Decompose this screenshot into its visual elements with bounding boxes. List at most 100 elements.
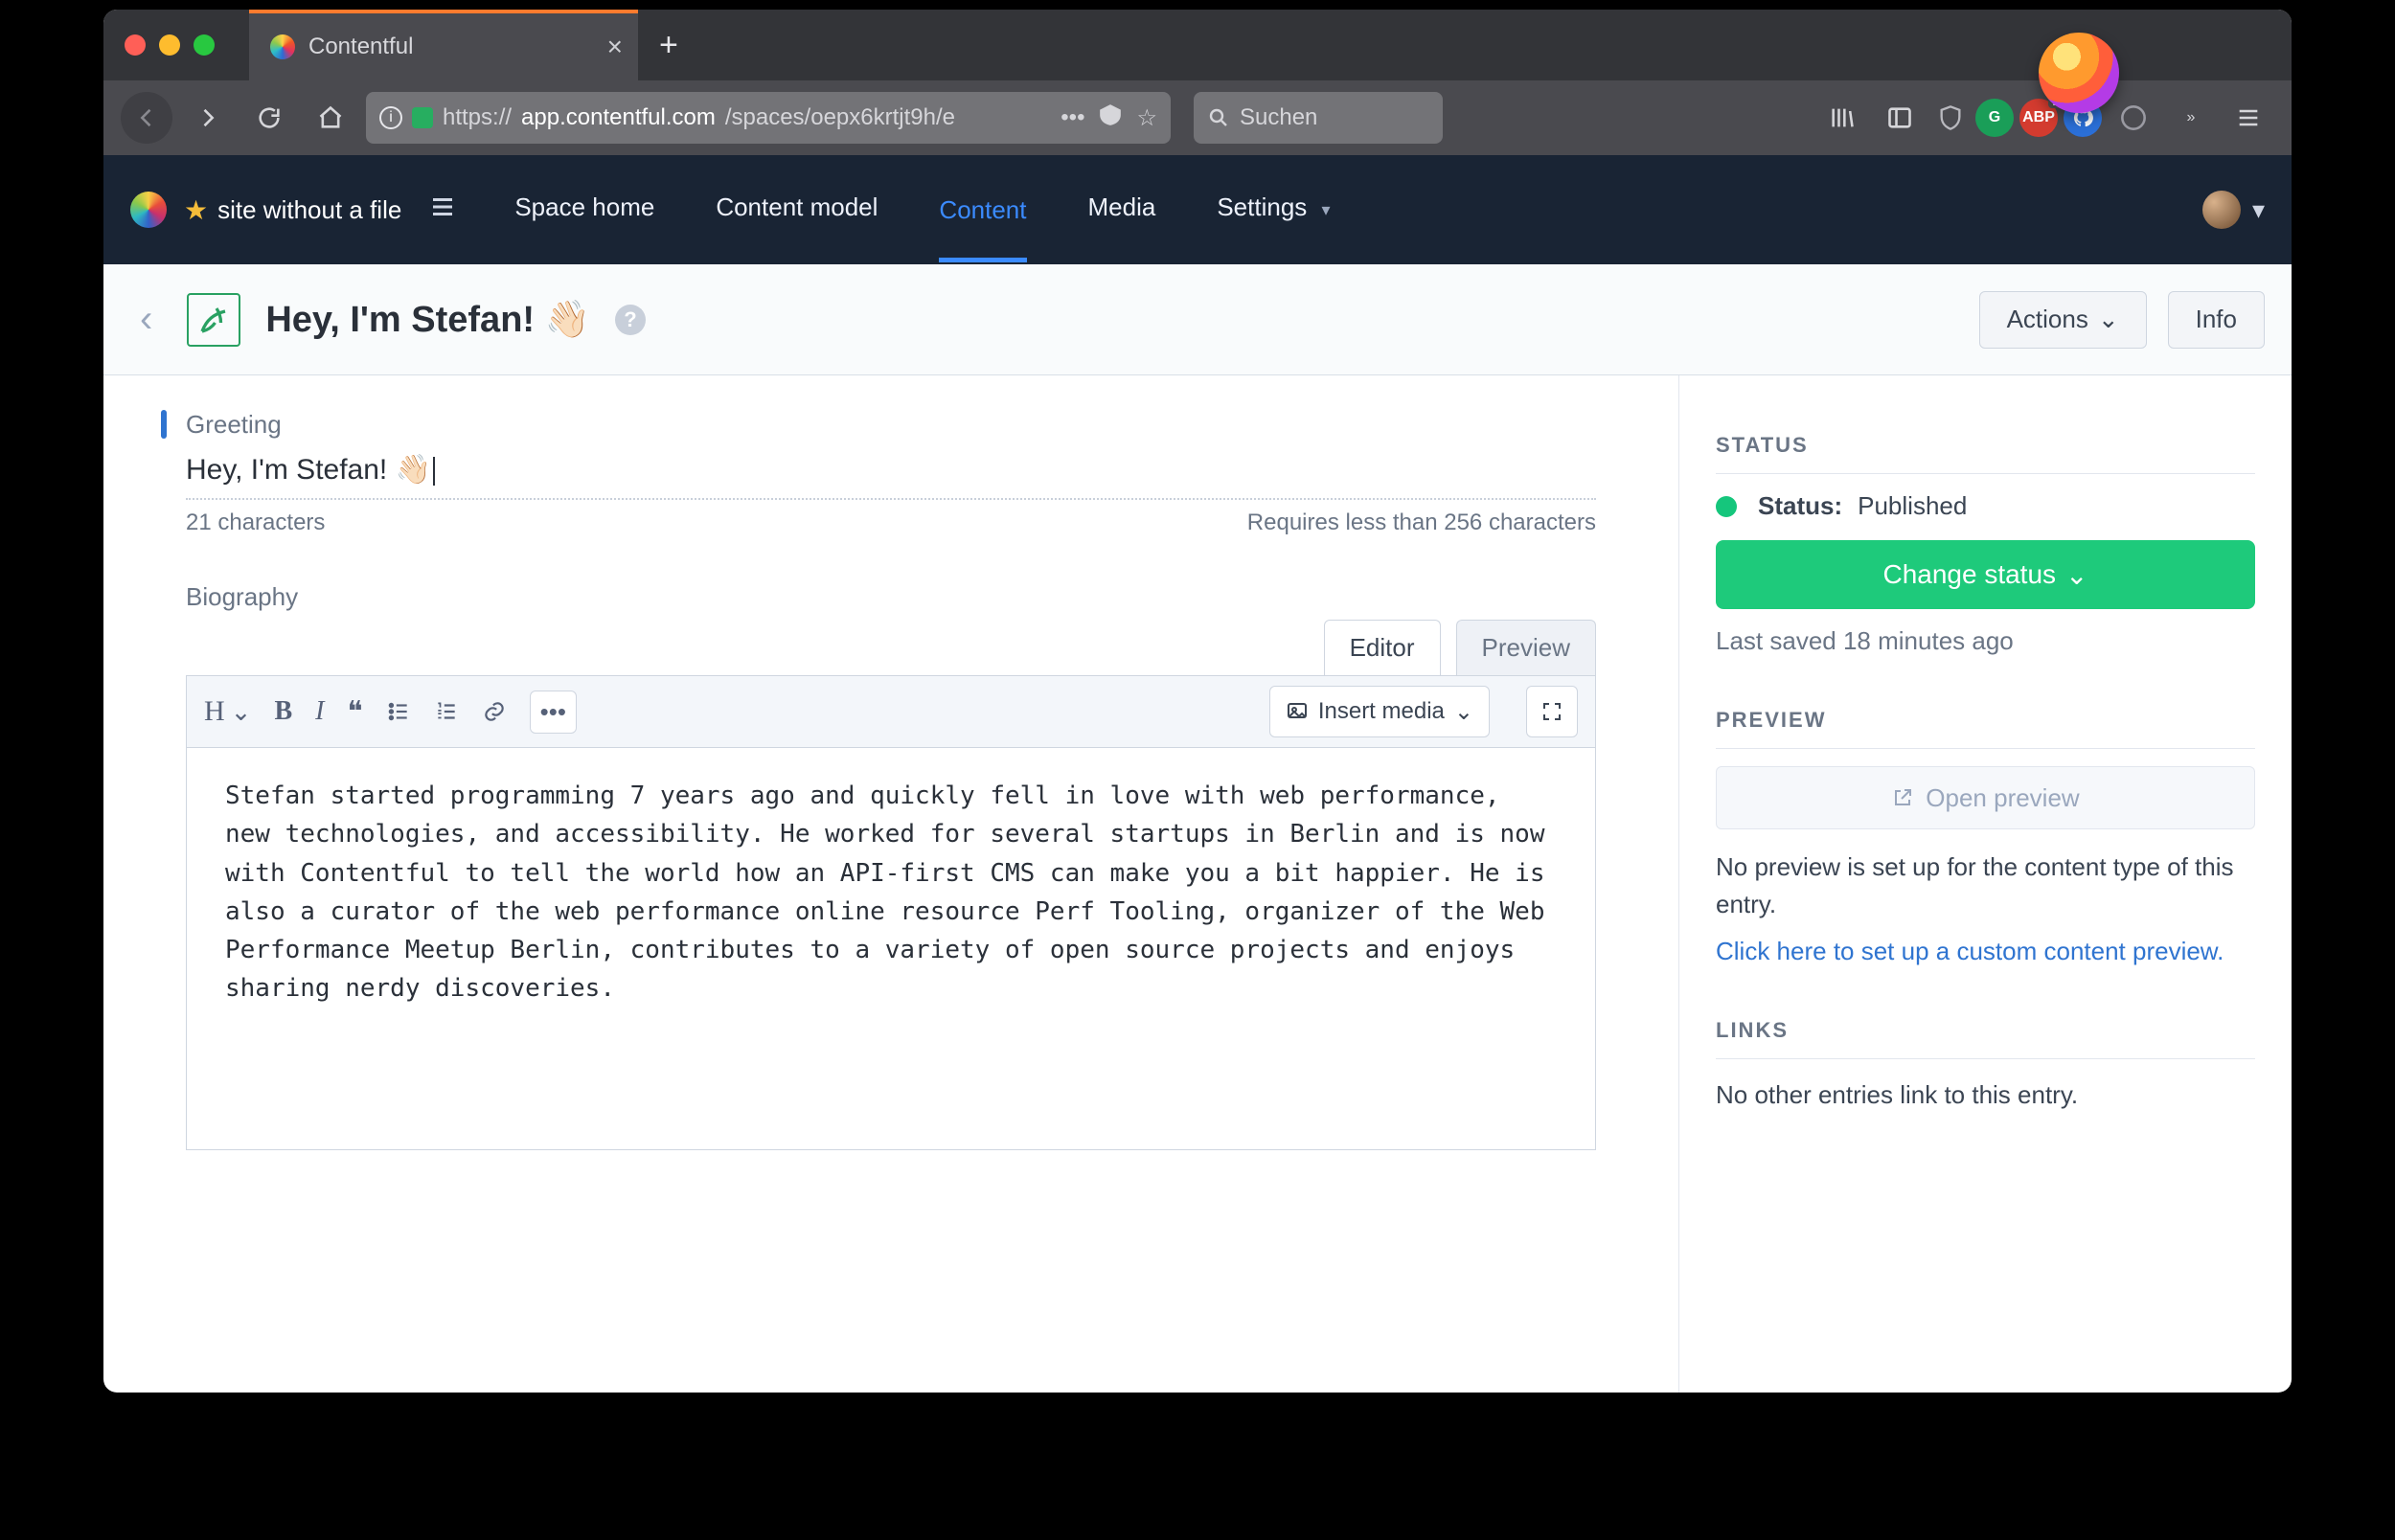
close-tab-icon[interactable]: × — [607, 32, 623, 62]
minimize-window-icon[interactable] — [159, 34, 180, 56]
navbar-right: G ABP » — [1816, 92, 2274, 144]
preview-heading: PREVIEW — [1716, 708, 2255, 733]
url-path: /spaces/oepx6krtjt9h/e — [725, 104, 955, 131]
search-placeholder: Suchen — [1240, 104, 1317, 131]
ul-button[interactable] — [386, 699, 411, 724]
change-status-button[interactable]: Change status ⌄ — [1716, 540, 2255, 609]
user-menu[interactable]: ▾ — [2202, 191, 2265, 229]
link-button[interactable] — [482, 699, 507, 724]
heading-button[interactable]: H⌄ — [204, 695, 251, 728]
last-saved: Last saved 18 minutes ago — [1716, 626, 2255, 656]
ext-grammarly-icon[interactable]: G — [1975, 99, 2014, 137]
window-controls — [125, 34, 215, 56]
status-heading: STATUS — [1716, 433, 2255, 458]
tab-preview[interactable]: Preview — [1456, 620, 1596, 675]
field-active-indicator — [161, 410, 167, 439]
status-label: Status: — [1758, 491, 1842, 521]
chevron-down-icon: ⌄ — [1454, 698, 1473, 726]
chevron-down-icon: ⌄ — [2098, 305, 2119, 334]
space-switcher[interactable]: ★ site without a file — [184, 194, 401, 226]
char-count: 21 characters — [186, 510, 325, 536]
nav-media[interactable]: Media — [1088, 192, 1156, 228]
quote-button[interactable]: ❝ — [347, 695, 362, 729]
contentful-logo-icon[interactable] — [130, 192, 167, 228]
browser-search-bar[interactable]: Suchen — [1194, 92, 1443, 144]
actions-label: Actions — [2007, 305, 2088, 334]
library-icon[interactable] — [1816, 92, 1868, 144]
tracking-shield-icon[interactable] — [1931, 99, 1970, 137]
content-type-icon — [187, 293, 240, 347]
bold-button[interactable]: B — [274, 696, 292, 727]
bookmark-star-icon[interactable]: ☆ — [1136, 104, 1157, 132]
info-label: Info — [2196, 305, 2237, 334]
image-icon — [1286, 700, 1309, 723]
italic-button[interactable]: I — [315, 696, 324, 727]
nav-settings[interactable]: Settings ▾ — [1217, 192, 1330, 228]
external-link-icon — [1891, 786, 1914, 809]
ext-adblock-icon[interactable]: ABP — [2019, 99, 2058, 137]
sidebar-icon[interactable] — [1874, 92, 1926, 144]
entry-sidebar: STATUS Status: Published Change status ⌄… — [1678, 375, 2292, 1393]
info-button[interactable]: Info — [2168, 291, 2265, 349]
tab-title: Contentful — [308, 34, 413, 60]
maximize-window-icon[interactable] — [194, 34, 215, 56]
actions-button[interactable]: Actions ⌄ — [1979, 291, 2147, 349]
open-preview-button[interactable]: Open preview — [1716, 766, 2255, 829]
status-row: Status: Published — [1716, 491, 2255, 521]
open-preview-label: Open preview — [1926, 783, 2079, 813]
entry-body: Greeting Hey, I'm Stefan! 👋🏻 21 characte… — [103, 375, 2292, 1393]
nav-forward-button[interactable] — [182, 92, 234, 144]
char-requirement: Requires less than 256 characters — [1247, 510, 1596, 536]
tab-editor[interactable]: Editor — [1324, 620, 1441, 675]
more-button[interactable]: ••• — [530, 691, 577, 734]
nav-reload-button[interactable] — [243, 92, 295, 144]
site-info-icon[interactable]: i — [379, 106, 402, 129]
links-heading: LINKS — [1716, 1018, 2255, 1043]
profile-icon[interactable] — [2108, 92, 2159, 144]
insert-media-button[interactable]: Insert media ⌄ — [1269, 686, 1490, 737]
browser-navbar: i https:// app.contentful.com /spaces/oe… — [103, 80, 2292, 155]
browser-tabstrip: Contentful × + — [103, 10, 2292, 80]
field-biography: Biography Editor Preview H⌄ B I ❝ — [186, 582, 1596, 1150]
markdown-textarea[interactable]: Stefan started programming 7 years ago a… — [186, 748, 1596, 1150]
insert-media-label: Insert media — [1318, 698, 1445, 725]
chevron-down-icon: ⌄ — [231, 697, 252, 727]
entry-titlebar: ‹ Hey, I'm Stefan! 👋🏻 ? Actions ⌄ Info — [103, 264, 2292, 375]
space-name: site without a file — [217, 195, 401, 225]
nav-content[interactable]: Content — [939, 195, 1026, 262]
ol-button[interactable] — [434, 699, 459, 724]
star-icon: ★ — [184, 194, 208, 226]
change-status-label: Change status — [1882, 559, 2056, 590]
browser-tab[interactable]: Contentful × — [249, 10, 638, 80]
space-menu-icon[interactable] — [428, 192, 457, 228]
help-icon[interactable]: ? — [615, 305, 646, 335]
url-scheme: https:// — [443, 104, 512, 131]
links-note: No other entries link to this entry. — [1716, 1076, 2255, 1114]
greeting-input[interactable]: Hey, I'm Stefan! 👋🏻 — [186, 440, 1596, 500]
field-label: Biography — [186, 582, 298, 611]
setup-preview-link[interactable]: Click here to set up a custom content pr… — [1716, 937, 2224, 966]
search-icon — [1207, 106, 1230, 129]
nav-space-home[interactable]: Space home — [514, 192, 654, 228]
entry-title: Hey, I'm Stefan! 👋🏻 — [265, 299, 590, 341]
chevron-down-icon: ▾ — [1322, 200, 1331, 219]
avatar — [2202, 191, 2241, 229]
url-host: app.contentful.com — [521, 104, 716, 131]
nav-content-model[interactable]: Content model — [716, 192, 878, 228]
preview-note: No preview is set up for the content typ… — [1716, 849, 2255, 923]
fullscreen-button[interactable] — [1526, 686, 1578, 737]
back-button[interactable]: ‹ — [130, 298, 162, 341]
status-dot-icon — [1716, 496, 1737, 517]
pocket-icon[interactable] — [1098, 102, 1123, 134]
overflow-icon[interactable]: » — [2165, 92, 2217, 144]
chevron-down-icon: ⌄ — [2065, 559, 2087, 591]
new-tab-button[interactable]: + — [659, 27, 678, 64]
text-caret — [433, 457, 435, 486]
hamburger-menu-icon[interactable] — [2223, 92, 2274, 144]
url-bar[interactable]: i https:// app.contentful.com /spaces/oe… — [366, 92, 1171, 144]
close-window-icon[interactable] — [125, 34, 146, 56]
nav-back-button[interactable] — [121, 92, 172, 144]
page-action-dots-icon[interactable]: ••• — [1061, 104, 1084, 131]
nav-home-button[interactable] — [305, 92, 356, 144]
greeting-value: Hey, I'm Stefan! 👋🏻 — [186, 454, 431, 486]
